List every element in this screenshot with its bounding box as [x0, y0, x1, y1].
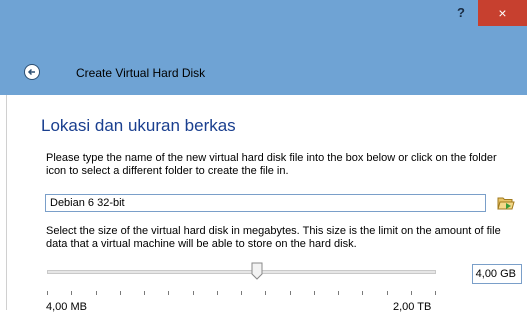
slider-tick [313, 291, 315, 295]
slider-tick [47, 291, 48, 295]
slider-tick [95, 291, 97, 295]
slider-tick [144, 291, 145, 295]
choose-folder-button[interactable] [497, 195, 515, 211]
help-button[interactable]: ? [448, 0, 474, 26]
slider-tick [71, 291, 73, 295]
filename-input[interactable] [45, 194, 486, 212]
size-input[interactable]: 4,00 GB [472, 264, 522, 284]
slider-tick [168, 291, 170, 295]
slider-tick [241, 291, 242, 295]
location-description: Please type the name of the new virtual … [46, 152, 497, 177]
slider-tick [216, 291, 218, 295]
close-button[interactable]: × [478, 0, 527, 26]
folder-icon [497, 197, 515, 210]
slider-min-label: 4,00 MB [46, 301, 87, 313]
size-slider-thumb[interactable] [251, 262, 263, 280]
slider-tick [386, 291, 388, 295]
slider-tick [289, 291, 291, 295]
dialog-title: Create Virtual Hard Disk [76, 66, 206, 80]
size-description: Select the size of the virtual hard disk… [46, 225, 501, 250]
slider-tick [410, 291, 412, 295]
slider-tick [119, 291, 121, 295]
slider-tick [435, 291, 436, 295]
slider-tick [362, 291, 364, 295]
page-heading: Lokasi dan ukuran berkas [41, 116, 236, 135]
slider-tick [265, 291, 267, 295]
slider-tick [192, 291, 194, 295]
slider-tick [338, 291, 339, 295]
size-slider-track[interactable] [47, 270, 436, 274]
back-button[interactable] [24, 64, 40, 80]
back-arrow-icon [27, 68, 35, 76]
slider-max-label: 2,00 TB [393, 301, 432, 313]
